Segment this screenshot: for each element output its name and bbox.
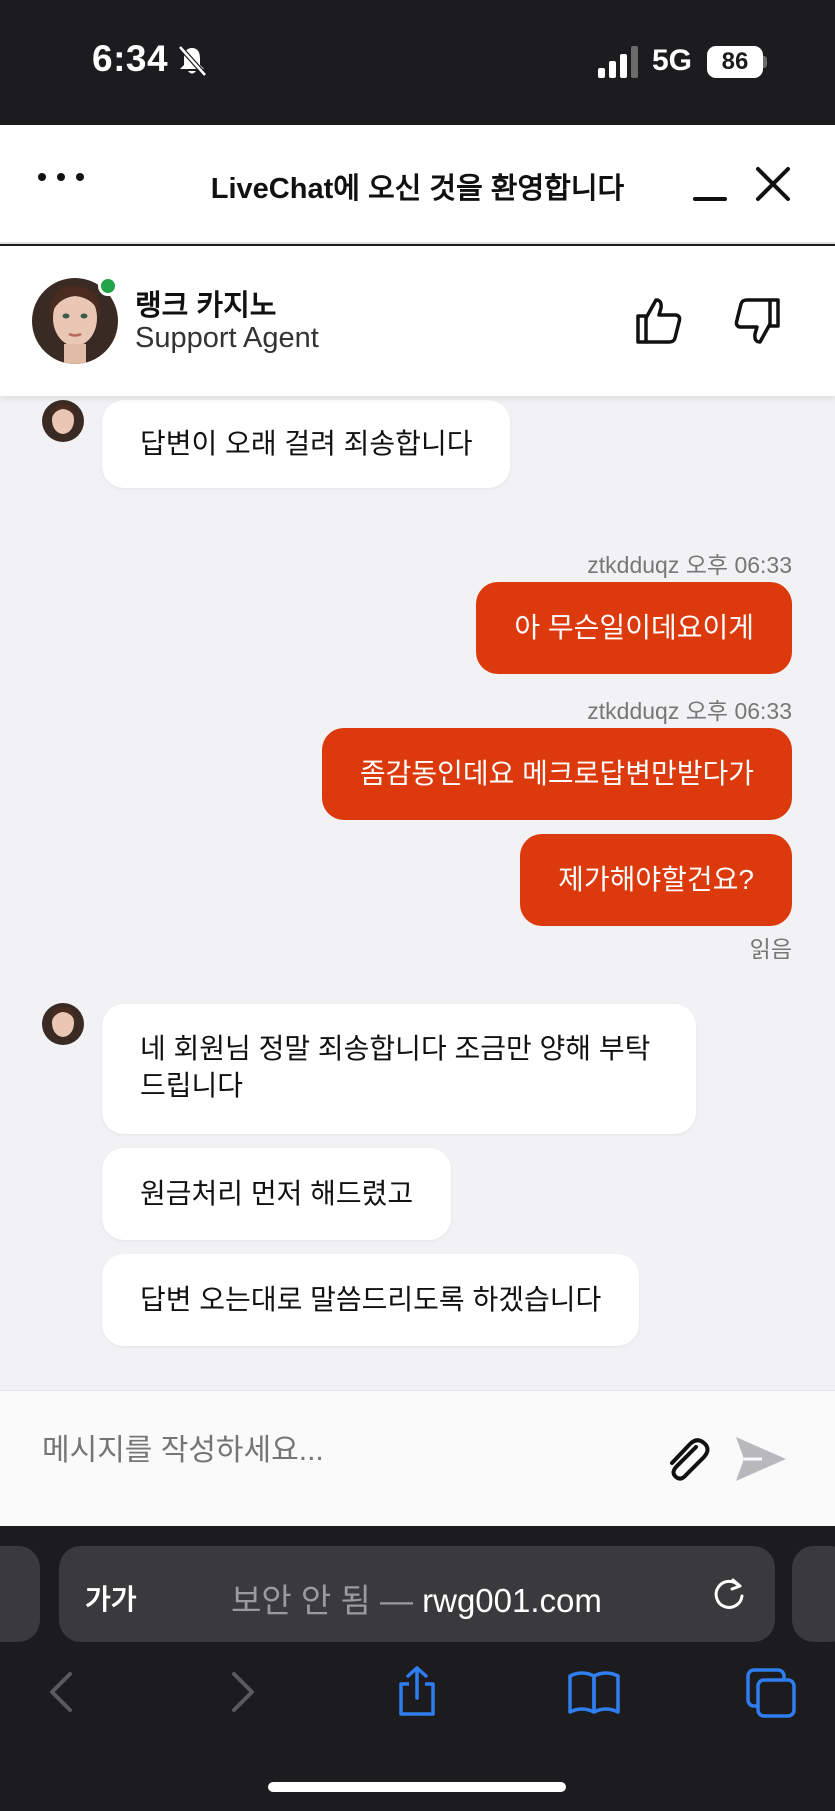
online-status-dot: [98, 276, 118, 296]
message-meta: ztkdduqz 오후 06:33: [587, 698, 792, 724]
reader-settings-button[interactable]: 가가: [85, 1578, 137, 1618]
status-bar: 6:34 5G 86: [0, 0, 835, 125]
user-message-bubble: 아 무슨일이데요이게: [476, 582, 792, 674]
tabs-icon[interactable]: [744, 1664, 800, 1720]
message-meta: ztkdduqz 오후 06:33: [587, 552, 792, 578]
agent-info-bar: 랭크 카지노 Support Agent: [0, 246, 835, 396]
message-composer: [0, 1390, 835, 1526]
share-icon[interactable]: [389, 1664, 445, 1720]
battery-cap: [763, 56, 767, 68]
agent-name: 랭크 카지노: [135, 290, 277, 322]
battery-level: 86: [707, 46, 763, 78]
message-line: 네 회원님 정말 죄송합니다 조금만 양해 부탁: [140, 1033, 651, 1064]
agent-message-bubble: 원금처리 먼저 해드렸고: [102, 1148, 452, 1240]
network-type: 5G: [652, 44, 693, 77]
message-input[interactable]: [42, 1434, 642, 1468]
url-label: 보안 안 됨 — rwg001.com: [231, 1574, 602, 1622]
agent-role: Support Agent: [135, 322, 319, 354]
agent-avatar-small: [42, 400, 84, 442]
previous-tab-peek[interactable]: [0, 1546, 40, 1642]
bookmarks-icon[interactable]: [566, 1664, 622, 1720]
agent-message-bubble: 답변이 오래 걸려 죄송합니다: [102, 400, 511, 488]
send-icon[interactable]: [732, 1433, 788, 1485]
close-icon[interactable]: [752, 163, 794, 205]
agent-message-bubble: 네 회원님 정말 죄송합니다 조금만 양해 부탁 드립니다: [102, 1004, 696, 1134]
browser-toolbar: 가가 보안 안 됨 — rwg001.com: [0, 1526, 835, 1811]
agent-message-bubble: 답변 오는대로 말씀드리도록 하겠습니다: [102, 1254, 640, 1346]
thumbs-down-icon[interactable]: [730, 294, 784, 348]
read-receipt: 읽음: [749, 936, 792, 962]
status-time: 6:34: [92, 38, 169, 79]
next-tab-peek[interactable]: [792, 1546, 835, 1642]
thumbs-up-icon[interactable]: [632, 294, 686, 348]
minimize-button[interactable]: [690, 165, 730, 205]
bell-muted-icon: [178, 45, 207, 77]
back-icon[interactable]: [34, 1664, 90, 1720]
home-indicator: [268, 1782, 566, 1792]
chat-header: LiveChat에 오신 것을 환영합니다: [0, 125, 835, 244]
address-bar[interactable]: 가가 보안 안 됨 — rwg001.com: [59, 1546, 775, 1642]
not-secure-label: 보안 안 됨 —: [231, 1582, 413, 1619]
agent-avatar-small: [42, 1003, 84, 1045]
message-list[interactable]: 답변이 오래 걸려 죄송합니다 ztkdduqz 오후 06:33 아 무슨일이…: [0, 396, 835, 1390]
cellular-signal-icon: [598, 46, 638, 78]
forward-icon[interactable]: [214, 1664, 270, 1720]
user-message-bubble: 좀감동인데요 메크로답변만받다가: [321, 728, 792, 820]
message-line: 드립니다: [140, 1070, 244, 1101]
paperclip-icon[interactable]: [660, 1433, 714, 1487]
reload-icon[interactable]: [709, 1574, 749, 1614]
user-message-bubble: 제가해야할건요?: [520, 834, 792, 926]
domain-label: rwg001.com: [422, 1582, 602, 1619]
